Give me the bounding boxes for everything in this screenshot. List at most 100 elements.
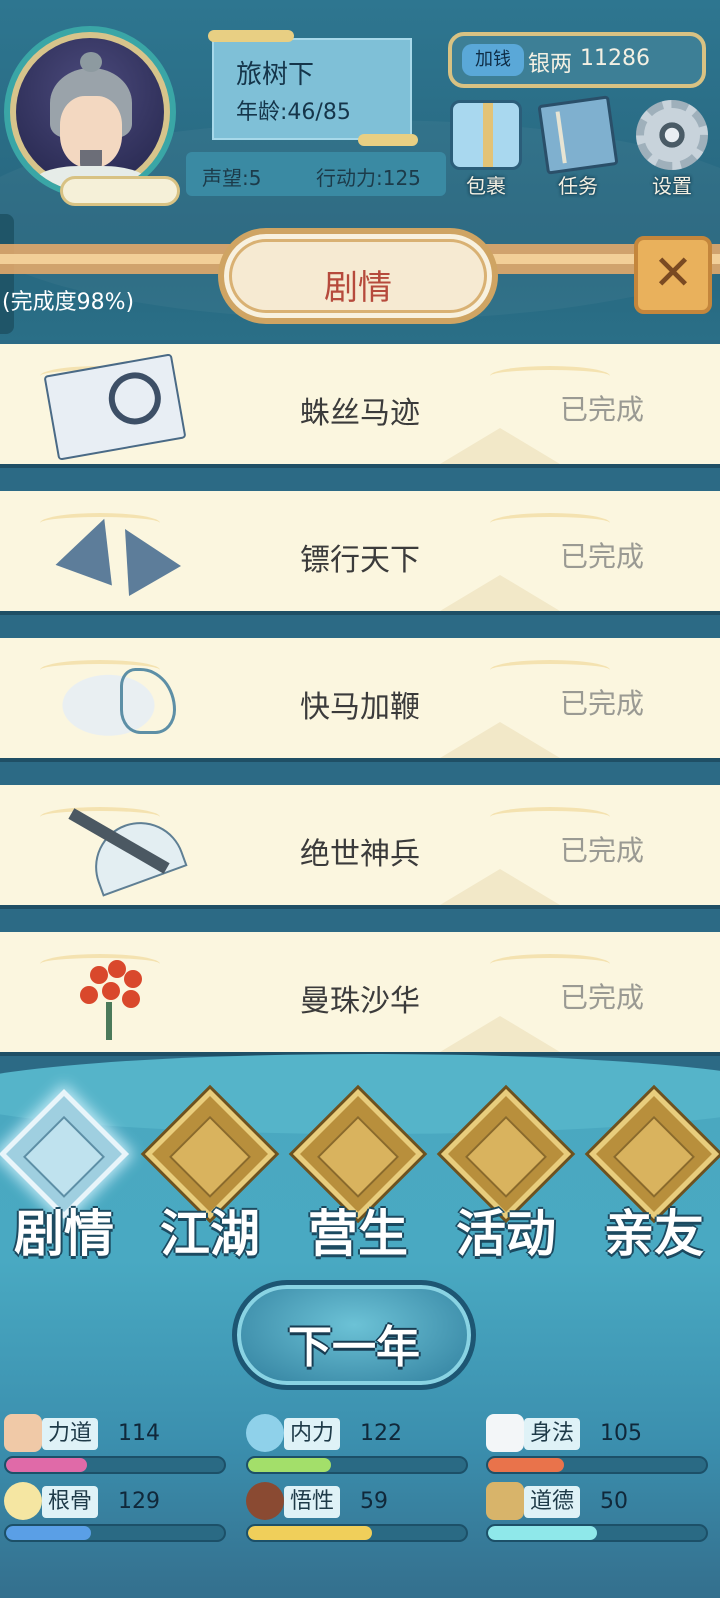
quest-label: 任务	[558, 174, 598, 198]
attribute-morality: 道德 50	[486, 1482, 708, 1542]
tab-friends[interactable]: 亲友	[588, 1088, 720, 1268]
attribute-bar	[4, 1524, 226, 1542]
attribute-bar-fill	[488, 1458, 565, 1472]
swallow-agility-icon	[486, 1414, 524, 1452]
tab-label: 剧情	[14, 1205, 114, 1263]
inner-energy-icon	[246, 1414, 284, 1452]
story-item[interactable]: 曼珠沙华 已完成	[0, 932, 720, 1056]
completion-text: (完成度98%)	[2, 290, 135, 315]
mountain-decoration	[440, 575, 560, 611]
story-item[interactable]: 镖行天下 已完成	[0, 491, 720, 615]
attribute-bar-fill	[248, 1458, 331, 1472]
tab-story[interactable]: 剧情	[0, 1088, 130, 1268]
bag-icon	[450, 100, 522, 170]
avatar[interactable]	[4, 26, 176, 198]
attribute-bar	[486, 1524, 708, 1542]
mountain-decoration	[440, 722, 560, 758]
horse-icon	[50, 658, 180, 744]
wave-decoration	[490, 366, 610, 386]
tab-activity[interactable]: 活动	[440, 1088, 572, 1268]
attribute-value: 122	[360, 1421, 402, 1446]
quest-button[interactable]: 任务	[537, 95, 619, 200]
close-button[interactable]: ✕	[634, 236, 712, 314]
attribute-bar-fill	[248, 1526, 373, 1540]
stats-strip: 声望:5 行动力:125	[186, 152, 446, 196]
close-icon: ✕	[652, 245, 694, 301]
action-points-text: 行动力:125	[316, 166, 421, 190]
header: 旅树下 年龄:46/85 声望:5 行动力:125 加钱 银两 11286 包裹…	[0, 0, 720, 340]
morality-book-icon	[486, 1482, 524, 1520]
attribute-value: 129	[118, 1489, 160, 1514]
add-money-button[interactable]: 加钱	[462, 44, 524, 76]
attribute-comprehension: 悟性 59	[246, 1482, 468, 1542]
panel-title-plaque: 剧情	[218, 228, 498, 324]
root-bone-icon	[4, 1482, 42, 1520]
attribute-bar-fill	[6, 1458, 87, 1472]
attribute-bar-fill	[488, 1526, 597, 1540]
sword-fan-icon	[50, 805, 188, 897]
story-status: 已完成	[560, 393, 645, 426]
attribute-name: 悟性	[284, 1486, 341, 1518]
attribute-value: 105	[600, 1421, 642, 1446]
attribute-constitution: 根骨 129	[4, 1482, 226, 1542]
story-item[interactable]: 蛛丝马迹 已完成	[0, 344, 720, 468]
avatar-portrait	[16, 38, 164, 192]
tab-label: 亲友	[604, 1205, 704, 1263]
wave-decoration	[490, 807, 610, 827]
character-age: 年龄:46/85	[236, 100, 351, 125]
tab-label: 营生	[308, 1205, 408, 1263]
mountain-decoration	[440, 428, 560, 464]
money-label: 银两	[528, 52, 573, 77]
reputation-text: 声望:5	[202, 166, 262, 190]
settings-button[interactable]: 设置	[632, 100, 712, 200]
gear-icon	[636, 100, 708, 170]
story-item[interactable]: 快马加鞭 已完成	[0, 638, 720, 762]
mountain-decoration	[440, 869, 560, 905]
next-year-label: 下一年	[288, 1322, 420, 1373]
bag-label: 包裹	[466, 174, 506, 198]
story-status: 已完成	[560, 687, 645, 720]
wave-decoration	[490, 660, 610, 680]
cloud-lantern-decoration	[60, 176, 180, 206]
settings-label: 设置	[652, 174, 692, 198]
attribute-agility: 身法 105	[486, 1414, 708, 1474]
money-amount: 11286	[580, 46, 650, 71]
attribute-bar	[4, 1456, 226, 1474]
attribute-bar	[486, 1456, 708, 1474]
story-title: 曼珠沙华	[300, 984, 420, 1019]
story-status: 已完成	[560, 834, 645, 867]
attribute-bar	[246, 1524, 468, 1542]
side-handle[interactable]	[0, 214, 14, 334]
attribute-inner-power: 内力 122	[246, 1414, 468, 1474]
next-year-button[interactable]: 下一年	[232, 1280, 476, 1390]
attribute-name: 力道	[42, 1418, 99, 1450]
attribute-value: 59	[360, 1489, 388, 1514]
story-item[interactable]: 绝世神兵 已完成	[0, 785, 720, 909]
attribute-bar	[246, 1456, 468, 1474]
arm-strength-icon	[4, 1414, 42, 1452]
bag-button[interactable]: 包裹	[446, 100, 526, 200]
money-box: 加钱 银两 11286	[448, 32, 706, 88]
story-title: 快马加鞭	[300, 690, 420, 725]
tab-label: 活动	[456, 1205, 556, 1263]
wave-decoration	[490, 954, 610, 974]
attribute-value: 114	[118, 1421, 160, 1446]
comprehension-icon	[246, 1482, 284, 1520]
tab-jianghu[interactable]: 江湖	[144, 1088, 276, 1268]
attribute-strength: 力道 114	[4, 1414, 226, 1474]
quest-book-icon	[537, 95, 619, 175]
attribute-bar-fill	[6, 1526, 92, 1540]
story-title: 绝世神兵	[300, 837, 420, 872]
mountain-decoration	[440, 1016, 560, 1052]
tab-livelihood[interactable]: 营生	[292, 1088, 424, 1268]
story-title: 镖行天下	[300, 543, 420, 578]
story-list[interactable]: 蛛丝马迹 已完成 镖行天下 已完成 快马加鞭 已完成 绝世神兵 已完成 曼珠沙华…	[0, 340, 720, 1100]
name-card: 旅树下 年龄:46/85	[208, 30, 418, 146]
attribute-name: 身法	[524, 1418, 581, 1450]
shuriken-icon	[50, 508, 181, 597]
tab-label: 江湖	[160, 1205, 260, 1263]
attribute-name: 道德	[524, 1486, 581, 1518]
red-spider-lily-icon	[50, 952, 180, 1040]
attribute-name: 内力	[284, 1418, 341, 1450]
attribute-name: 根骨	[42, 1486, 99, 1518]
